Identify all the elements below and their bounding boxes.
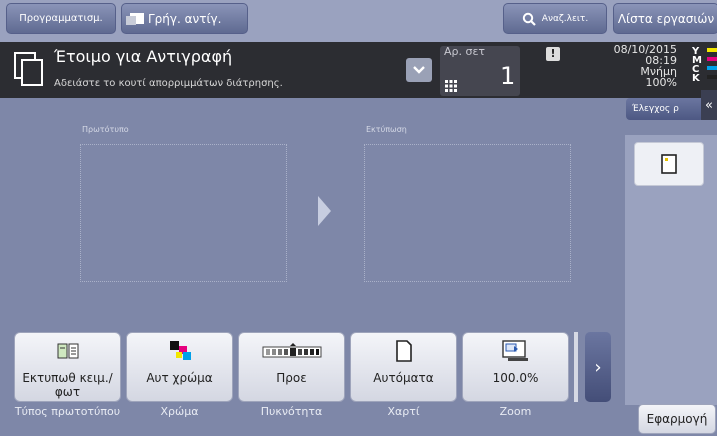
toner-m-bar [707, 57, 717, 61]
toner-k-bar [707, 75, 717, 79]
color-label: Χρώμα [160, 405, 199, 418]
chevron-right-icon: › [594, 356, 602, 378]
output-label: Εκτύπωση [366, 125, 407, 134]
paper-tray-button[interactable] [634, 142, 704, 186]
zoom-button[interactable]: 100.0% [462, 332, 569, 402]
density-button[interactable]: Προε [238, 332, 345, 402]
zoom-value: 100.0% [492, 371, 539, 385]
density-value: Προε [276, 371, 307, 385]
toner-k-letter: K [692, 73, 700, 84]
paper-button[interactable]: Αυτόματα [350, 332, 457, 402]
output-preview [364, 144, 571, 282]
program-button[interactable]: Προγραμματισμ. [6, 3, 116, 34]
copies-label: Αρ. σετ [444, 45, 486, 58]
density-label: Πυκνότητα [260, 405, 323, 418]
toner-c-bar [707, 66, 717, 70]
search-icon [522, 12, 536, 26]
chevron-down-icon [413, 66, 425, 74]
original-type-value: Εκτυπωθ κειμ./φωτ [22, 371, 113, 399]
paper-tray-icon [661, 154, 677, 174]
copy-document-icon [14, 52, 43, 86]
copy-icon [126, 13, 144, 25]
datetime-panel: 08/10/2015 08:19 Μνήμη 100% [614, 44, 677, 88]
original-type-button[interactable]: Εκτυπωθ κειμ./φωτ [14, 332, 121, 402]
check-settings-button[interactable]: Έλεγχος ρ [626, 98, 704, 120]
collapse-panel-button[interactable]: « [701, 90, 717, 120]
quick-copy-label: Γρήγ. αντίγ. [148, 11, 222, 26]
scroll-divider [574, 332, 578, 402]
paper-value: Αυτόματα [373, 371, 434, 385]
original-preview [80, 144, 287, 282]
expand-message-button[interactable] [406, 58, 432, 82]
zoom-icon [501, 340, 528, 361]
status-title: Έτοιμο για Αντιγραφή [54, 47, 233, 66]
paper-icon [395, 340, 412, 362]
search-function-button[interactable]: Αναζ.λειτ. [503, 3, 607, 34]
arrow-right-icon [318, 196, 331, 226]
quick-copy-button[interactable]: Γρήγ. αντίγ. [121, 3, 248, 34]
toner-indicator: Y M C K [692, 47, 702, 84]
job-list-button[interactable]: Λίστα εργασιών [613, 3, 717, 34]
application-button[interactable]: Εφαρμογή [638, 404, 716, 434]
status-message: Αδειάστε το κουτί απορριμμάτων διάτρησης… [54, 78, 283, 89]
zoom-label: Zoom [499, 405, 532, 418]
keypad-icon [445, 80, 457, 92]
toner-y-bar [707, 48, 717, 52]
original-label: Πρωτότυπο [82, 125, 129, 134]
color-button[interactable]: Αυτ χρώμα [126, 332, 233, 402]
next-page-button[interactable]: › [585, 332, 611, 402]
book-icon [57, 343, 78, 359]
density-scale-icon [262, 343, 321, 358]
color-squares-icon [169, 341, 191, 360]
original-type-label: Τύπος πρωτοτύπου [14, 405, 121, 418]
warning-icon[interactable]: ! [546, 47, 560, 61]
copies-value: 1 [500, 62, 516, 90]
search-label: Αναζ.λειτ. [541, 13, 589, 24]
color-value: Αυτ χρώμα [146, 371, 213, 385]
paper-label: Χαρτί [387, 405, 420, 418]
memory-value: 100% [645, 76, 677, 89]
double-chevron-left-icon: « [705, 97, 713, 113]
